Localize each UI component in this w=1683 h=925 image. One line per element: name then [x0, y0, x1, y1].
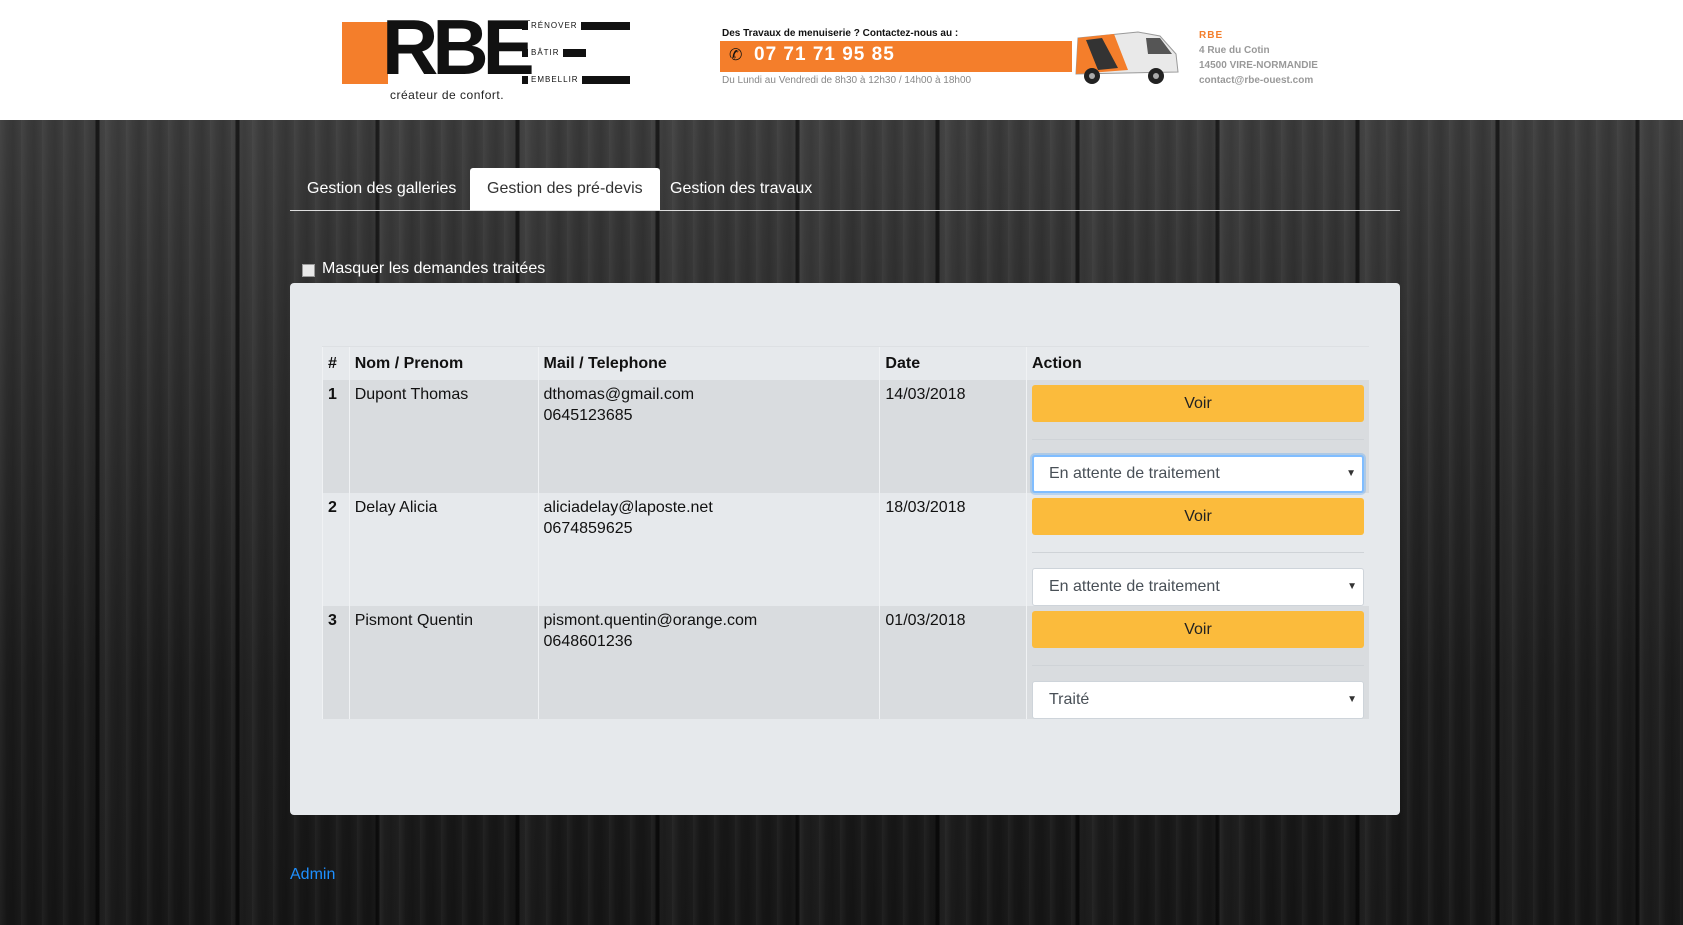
row-name: Dupont Thomas: [348, 380, 539, 493]
row-actions: Voir Traité ▼: [1026, 606, 1369, 719]
requests-table: # Nom / Prenom Mail / Telephone Date Act…: [322, 346, 1369, 719]
chevron-down-icon: ▼: [1347, 694, 1357, 705]
logo-word: EMBELLIR: [528, 75, 582, 85]
row-number: 1: [322, 380, 350, 493]
logo-tagline: créateur de confort.: [390, 88, 505, 102]
table-row: 3 Pismont Quentin pismont.quentin@orange…: [322, 606, 1369, 719]
column-header: Action: [1026, 346, 1369, 380]
rbe-logo[interactable]: RBE RÉNOVER BÂTIR EMBELLIR créateur de c…: [342, 8, 632, 104]
row-actions: Voir En attente de traitement ▼: [1026, 493, 1369, 606]
row-number: 2: [322, 493, 350, 606]
column-header: Nom / Prenom: [348, 346, 539, 380]
status-select[interactable]: En attente de traitement ▼: [1032, 568, 1364, 606]
company-address: RBE 4 Rue du Cotin 14500 VIRE-NORMANDIE …: [1199, 28, 1318, 88]
phone-number: 07 71 71 95 85: [754, 44, 895, 65]
logo-word: BÂTIR: [528, 48, 563, 58]
status-select-value: Traité: [1049, 691, 1090, 708]
row-phone: 0645123685: [543, 407, 633, 424]
tab-travaux[interactable]: Gestion des travaux: [653, 168, 829, 209]
tab-pre-devis[interactable]: Gestion des pré-devis: [470, 168, 660, 210]
row-contact: aliciadelay@laposte.net 0674859625: [537, 493, 880, 606]
hide-processed-checkbox[interactable]: [302, 264, 315, 277]
status-select-value: En attente de traitement: [1049, 578, 1220, 595]
admin-tabs: Gestion des galleries Gestion des pré-de…: [290, 168, 1400, 211]
row-date: 18/03/2018: [879, 493, 1027, 606]
table-row: 2 Delay Alicia aliciadelay@laposte.net 0…: [322, 493, 1369, 606]
column-header: Date: [879, 346, 1027, 380]
row-email: dthomas@gmail.com: [543, 386, 695, 403]
row-phone: 0674859625: [543, 520, 633, 537]
status-select[interactable]: Traité ▼: [1032, 681, 1364, 719]
status-select-value: En attente de traitement: [1049, 465, 1220, 482]
address-line: 14500 VIRE-NORMANDIE: [1199, 60, 1318, 71]
row-number: 3: [322, 606, 350, 719]
phone-bar: ✆ 07 71 71 95 85: [720, 41, 1072, 72]
row-phone: 0648601236: [543, 633, 633, 650]
van-illustration: [1075, 31, 1179, 84]
divider: [1032, 552, 1364, 553]
admin-link[interactable]: Admin: [290, 866, 335, 884]
phone-icon: ✆: [729, 47, 743, 64]
contact-intro: Des Travaux de menuiserie ? Contactez-no…: [722, 28, 959, 39]
chevron-down-icon: ▼: [1347, 581, 1357, 592]
row-name: Delay Alicia: [348, 493, 539, 606]
tab-galleries[interactable]: Gestion des galleries: [290, 168, 473, 209]
table-row: 1 Dupont Thomas dthomas@gmail.com 064512…: [322, 380, 1369, 493]
company-email: contact@rbe-ouest.com: [1199, 75, 1314, 86]
logo-letters: RBE: [382, 3, 535, 91]
row-actions: Voir En attente de traitement ▼: [1026, 380, 1369, 493]
column-header: #: [322, 346, 350, 380]
row-contact: pismont.quentin@orange.com 0648601236: [537, 606, 880, 719]
chevron-down-icon: ▼: [1346, 468, 1356, 479]
column-header: Mail / Telephone: [537, 346, 880, 380]
site-header: RBE RÉNOVER BÂTIR EMBELLIR créateur de c…: [0, 0, 1683, 120]
voir-button[interactable]: Voir: [1032, 498, 1364, 535]
row-date: 01/03/2018: [879, 606, 1027, 719]
status-select[interactable]: En attente de traitement ▼: [1032, 455, 1364, 493]
row-name: Pismont Quentin: [348, 606, 539, 719]
voir-button[interactable]: Voir: [1032, 385, 1364, 422]
hide-processed-label[interactable]: Masquer les demandes traitées: [322, 260, 545, 278]
row-date: 14/03/2018: [879, 380, 1027, 493]
voir-button[interactable]: Voir: [1032, 611, 1364, 648]
opening-hours: Du Lundi au Vendredi de 8h30 à 12h30 / 1…: [722, 75, 972, 86]
requests-panel: # Nom / Prenom Mail / Telephone Date Act…: [290, 283, 1400, 815]
company-name: RBE: [1199, 30, 1224, 41]
logo-word: RÉNOVER: [528, 21, 581, 31]
address-line: 4 Rue du Cotin: [1199, 45, 1270, 56]
row-email: pismont.quentin@orange.com: [543, 612, 758, 629]
divider: [1032, 439, 1364, 440]
row-contact: dthomas@gmail.com 0645123685: [537, 380, 880, 493]
divider: [1032, 665, 1364, 666]
row-email: aliciadelay@laposte.net: [543, 499, 713, 516]
